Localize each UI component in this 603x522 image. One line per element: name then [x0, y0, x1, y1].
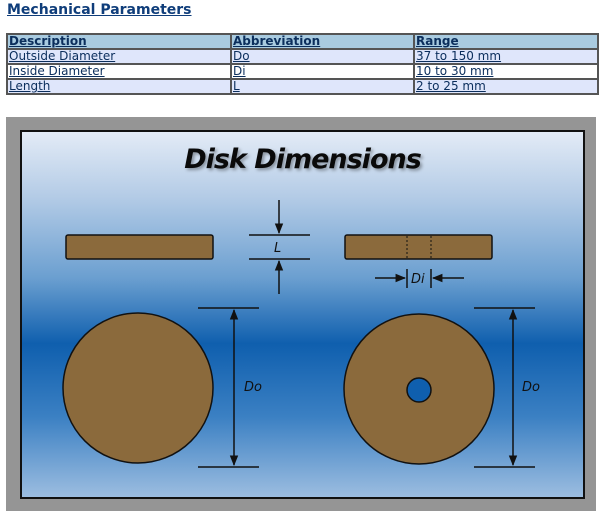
table-header-row: Description Abbreviation Range: [6, 33, 599, 50]
solid-disk-face-view: [62, 312, 214, 464]
inside-diameter-label: Di: [411, 272, 425, 287]
cell-range[interactable]: 37 to 150 mm: [413, 48, 599, 65]
cell-link[interactable]: Outside Diameter: [9, 51, 115, 62]
length-dimension: L: [249, 200, 310, 294]
cell-abbreviation[interactable]: L: [230, 78, 415, 95]
inside-diameter-dimension: Di: [375, 269, 464, 288]
length-label: L: [274, 241, 281, 256]
cell-abbreviation[interactable]: Do: [230, 48, 415, 65]
cell-range[interactable]: 2 to 25 mm: [413, 78, 599, 95]
cell-link[interactable]: 10 to 30 mm: [416, 66, 493, 77]
header-description[interactable]: Description: [6, 33, 232, 50]
center-hole: [406, 377, 432, 403]
cell-abbreviation[interactable]: Di: [230, 63, 415, 80]
cell-link[interactable]: Length: [9, 81, 50, 92]
parameters-table: Description Abbreviation Range Outside D…: [6, 33, 599, 95]
cell-link[interactable]: Inside Diameter: [9, 66, 105, 77]
holed-disk-side-view: [344, 234, 493, 260]
outside-diameter-label-left: Do: [244, 380, 262, 395]
cell-link[interactable]: L: [233, 81, 240, 92]
table-row: Inside Diameter Di 10 to 30 mm: [6, 63, 599, 80]
cell-link[interactable]: 37 to 150 mm: [416, 51, 501, 62]
table-row: Length L 2 to 25 mm: [6, 78, 599, 95]
header-range-link[interactable]: Range: [416, 36, 459, 47]
cell-description[interactable]: Outside Diameter: [6, 48, 232, 65]
cell-link[interactable]: Do: [233, 51, 250, 62]
figure-panel: Disk Dimensions L Di Do Do: [20, 130, 585, 499]
cell-link[interactable]: 2 to 25 mm: [416, 81, 486, 92]
header-abbreviation[interactable]: Abbreviation: [230, 33, 415, 50]
cell-range[interactable]: 10 to 30 mm: [413, 63, 599, 80]
solid-disk-side-view: [65, 234, 214, 260]
header-range[interactable]: Range: [413, 33, 599, 50]
cell-description[interactable]: Inside Diameter: [6, 63, 232, 80]
header-abbreviation-link[interactable]: Abbreviation: [233, 36, 320, 47]
disk-dimensions-figure: Disk Dimensions L Di Do Do: [6, 117, 596, 511]
outside-diameter-label-right: Do: [522, 380, 540, 395]
cell-description[interactable]: Length: [6, 78, 232, 95]
page-title[interactable]: Mechanical Parameters: [7, 2, 192, 18]
disk-diagram: L Di Do Do: [62, 200, 540, 468]
header-description-link[interactable]: Description: [9, 36, 87, 47]
cell-link[interactable]: Di: [233, 66, 246, 77]
table-row: Outside Diameter Do 37 to 150 mm: [6, 48, 599, 65]
